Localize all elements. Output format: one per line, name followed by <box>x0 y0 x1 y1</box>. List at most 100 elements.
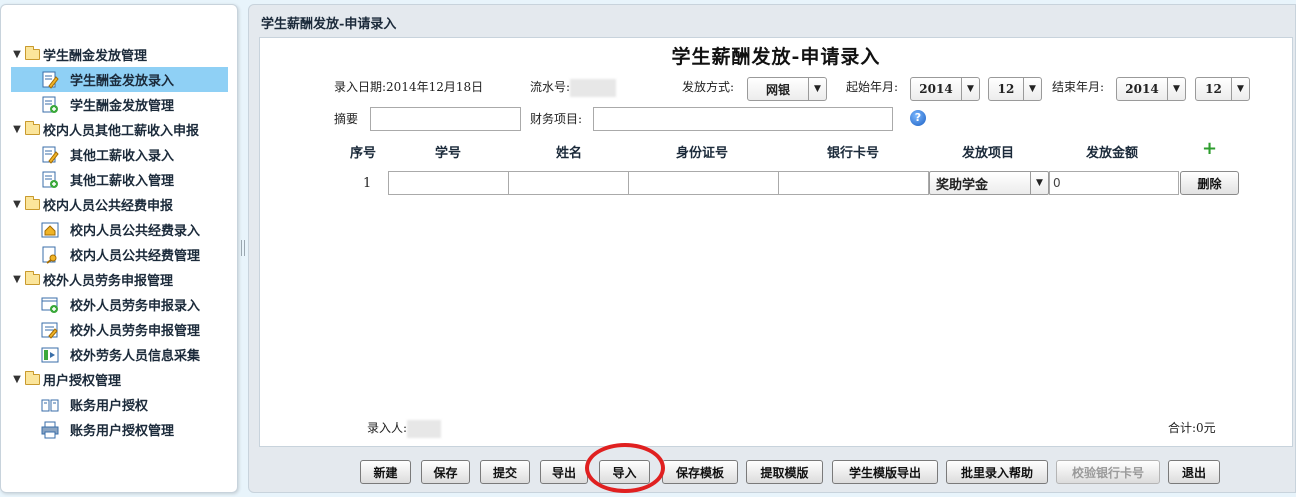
group-label: 校内人员公共经费申报 <box>43 199 174 214</box>
printer-icon <box>41 421 59 439</box>
student-no-input[interactable] <box>388 171 509 195</box>
add-row-icon[interactable]: + <box>1202 140 1217 158</box>
folder-icon <box>25 371 40 385</box>
start-year-select[interactable]: 2014 ▼ <box>910 77 980 101</box>
sidebar-item-label: 校内人员公共经费录入 <box>70 224 201 239</box>
manage-doc-icon <box>41 171 59 189</box>
row-index: 1 <box>363 176 372 191</box>
group-label: 学生酬金发放管理 <box>43 49 148 64</box>
sidebar-item-student-pay-manage[interactable]: 学生酬金发放管理 <box>11 92 231 117</box>
bank-card-input[interactable] <box>778 171 929 195</box>
list-doc-icon <box>41 321 59 339</box>
sidebar-item-external-labor-collect[interactable]: 校外劳务人员信息采集 <box>11 342 231 367</box>
expand-triangle-icon[interactable]: ▼ <box>11 199 23 210</box>
group-student-pay[interactable]: ▼ 学生酬金发放管理 <box>11 42 231 67</box>
sidebar-item-user-auth-manage[interactable]: 账务用户授权管理 <box>11 417 231 442</box>
pay-item-select[interactable]: 奖助学金 ▼ <box>929 171 1049 195</box>
start-label: 起始年月: <box>846 80 899 94</box>
panel-title: 学生薪酬发放-申请录入 <box>261 17 397 32</box>
group-external-labor[interactable]: ▼ 校外人员劳务申报管理 <box>11 267 231 292</box>
import-button[interactable]: 导入 <box>599 460 650 484</box>
expand-triangle-icon[interactable]: ▼ <box>11 124 23 135</box>
sidebar-item-label: 校外人员劳务申报录入 <box>70 299 201 314</box>
group-label: 用户授权管理 <box>43 374 122 389</box>
exit-button[interactable]: 退出 <box>1168 460 1220 484</box>
chevron-down-icon: ▼ <box>808 78 826 100</box>
panel-splitter-handle[interactable] <box>241 240 245 256</box>
sidebar-item-external-labor-entry[interactable]: 校外人员劳务申报录入 <box>11 292 231 317</box>
serial-label: 流水号: <box>530 78 617 97</box>
sidebar-item-student-pay-entry[interactable]: 学生酬金发放录入 <box>11 67 228 92</box>
nav-tree: ▼ 学生酬金发放管理 学生酬金发放录入 学生酬金发放管理 ▼ 校内人员其他工薪收… <box>11 42 231 442</box>
chevron-down-icon: ▼ <box>1030 172 1048 194</box>
folder-icon <box>25 196 40 210</box>
edit-doc-icon <box>41 71 59 89</box>
start-month-select[interactable]: 12 ▼ <box>988 77 1042 101</box>
col-header-id-no: 身份证号 <box>676 146 729 161</box>
sidebar-item-label: 学生酬金发放录入 <box>70 74 175 89</box>
finance-label: 财务项目: <box>530 112 583 126</box>
col-header-pay-item: 发放项目 <box>962 146 1015 161</box>
folder-icon <box>25 46 40 60</box>
end-month-select[interactable]: 12 ▼ <box>1195 77 1250 101</box>
col-header-index: 序号 <box>350 146 377 161</box>
sidebar-item-label: 校外劳务人员信息采集 <box>70 349 201 364</box>
finance-item-input[interactable] <box>593 107 893 131</box>
sidebar-item-public-funds-manage[interactable]: 校内人员公共经费管理 <box>11 242 231 267</box>
sidebar-item-other-income-entry[interactable]: 其他工薪收入录入 <box>11 142 231 167</box>
group-user-auth[interactable]: ▼ 用户授权管理 <box>11 367 231 392</box>
end-year-select[interactable]: 2014 ▼ <box>1116 77 1186 101</box>
sidebar-item-label: 校外人员劳务申报管理 <box>70 324 201 339</box>
application-form: 学生薪酬发放-申请录入 录入日期:2014年12月18日 流水号: 发放方式: … <box>259 37 1293 447</box>
sidebar-item-public-funds-entry[interactable]: 校内人员公共经费录入 <box>11 217 231 242</box>
sidebar-item-label: 账务用户授权管理 <box>70 424 175 439</box>
batch-entry-help-button[interactable]: 批里录入帮助 <box>946 460 1048 484</box>
col-header-name: 姓名 <box>556 146 583 161</box>
main-panel: 学生薪酬发放-申请录入 学生薪酬发放-申请录入 录入日期:2014年12月18日… <box>248 4 1296 493</box>
sidebar-item-label: 学生酬金发放管理 <box>70 99 175 114</box>
group-other-income[interactable]: ▼ 校内人员其他工薪收入申报 <box>11 117 231 142</box>
bottom-toolbar: 新建 保存 提交 导出 导入 保存模板 提取模版 学生模版导出 批里录入帮助 校… <box>249 443 1296 493</box>
expand-triangle-icon[interactable]: ▼ <box>11 49 23 60</box>
submit-button[interactable]: 提交 <box>480 460 530 484</box>
name-input[interactable] <box>508 171 629 195</box>
expand-triangle-icon[interactable]: ▼ <box>11 374 23 385</box>
start-year-value: 2014 <box>919 82 953 96</box>
pay-method-label: 发放方式: <box>682 80 735 94</box>
edit-doc-icon <box>41 146 59 164</box>
group-public-funds[interactable]: ▼ 校内人员公共经费申报 <box>11 192 231 217</box>
expand-triangle-icon[interactable]: ▼ <box>11 274 23 285</box>
group-label: 校内人员其他工薪收入申报 <box>43 124 200 139</box>
export-student-template-button[interactable]: 学生模版导出 <box>832 460 938 484</box>
total-amount: 合计:0元 <box>1168 421 1216 435</box>
manage-doc-icon <box>41 96 59 114</box>
sidebar-item-external-labor-manage[interactable]: 校外人员劳务申报管理 <box>11 317 231 342</box>
group-label: 校外人员劳务申报管理 <box>43 274 174 289</box>
start-month-value: 12 <box>997 82 1015 96</box>
new-button[interactable]: 新建 <box>360 460 411 484</box>
end-year-value: 2014 <box>1125 82 1159 96</box>
sidebar-item-other-income-manage[interactable]: 其他工薪收入管理 <box>11 167 231 192</box>
amount-input[interactable]: 0 <box>1049 171 1179 195</box>
col-header-amount: 发放金额 <box>1086 146 1139 161</box>
help-icon[interactable]: ? <box>910 110 926 126</box>
col-header-student-no: 学号 <box>435 146 462 161</box>
col-header-bank-card: 银行卡号 <box>827 146 880 161</box>
id-no-input[interactable] <box>628 171 779 195</box>
summary-label: 摘要 <box>334 112 359 126</box>
recorder-label-text: 录入人: <box>367 421 408 435</box>
sidebar-item-label: 其他工薪收入管理 <box>70 174 175 189</box>
end-label: 结束年月: <box>1052 80 1105 94</box>
export-button[interactable]: 导出 <box>540 460 588 484</box>
summary-input[interactable] <box>370 107 521 131</box>
save-template-button[interactable]: 保存模板 <box>662 460 738 484</box>
sidebar-item-label: 账务用户授权 <box>70 399 149 414</box>
sidebar-item-user-auth[interactable]: 账务用户授权 <box>11 392 231 417</box>
pay-method-select[interactable]: 网银 ▼ <box>747 77 827 101</box>
delete-row-button[interactable]: 删除 <box>1180 171 1239 195</box>
save-button[interactable]: 保存 <box>421 460 470 484</box>
extract-template-button[interactable]: 提取模版 <box>746 460 823 484</box>
entry-date: 录入日期:2014年12月18日 <box>334 80 484 94</box>
form-heading: 学生薪酬发放-申请录入 <box>671 46 881 68</box>
folder-icon <box>25 271 40 285</box>
